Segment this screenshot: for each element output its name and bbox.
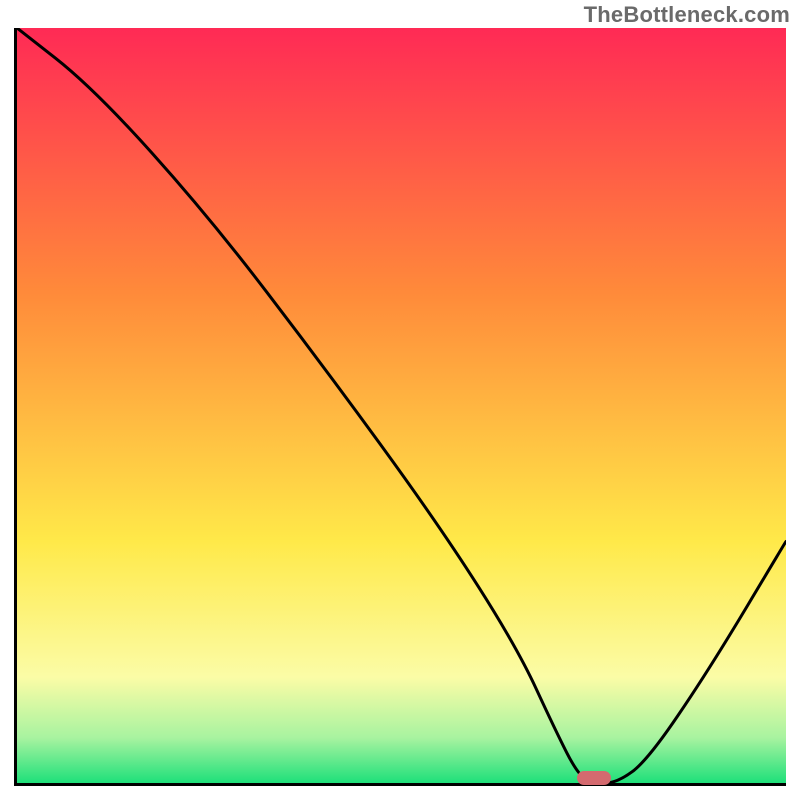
minimum-marker <box>577 771 611 785</box>
watermark-text: TheBottleneck.com <box>584 2 790 28</box>
chart-axes-frame <box>14 28 786 786</box>
